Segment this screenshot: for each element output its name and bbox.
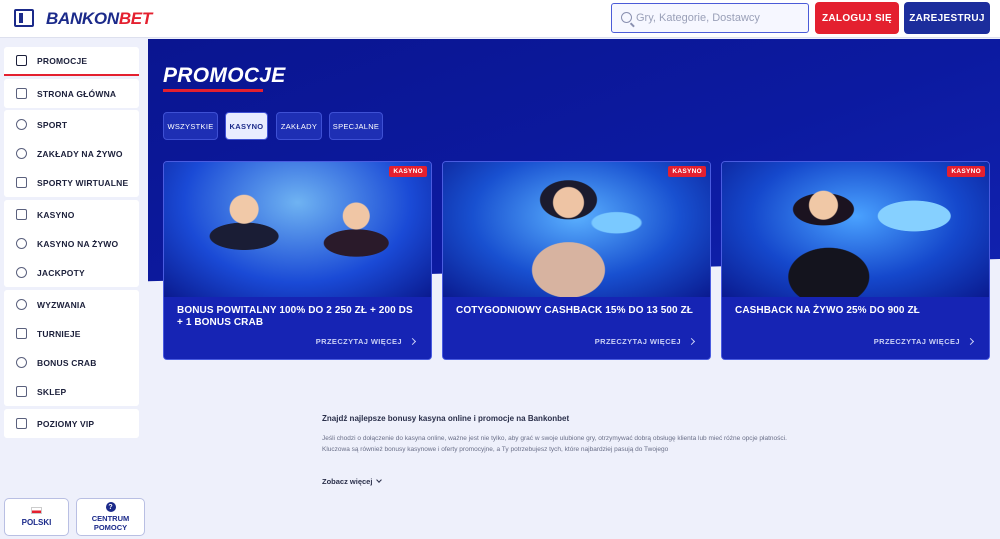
chevron-right-icon (966, 337, 975, 346)
read-more-link[interactable]: PRZECZYTAJ WIĘCEJ (594, 337, 696, 346)
help-center-button[interactable]: ? CENTRUM POMOCY (76, 498, 145, 536)
promo-card-title: CASHBACK NA ŻYWO 25% DO 900 ZŁ (735, 305, 920, 316)
virtual-sports-icon (16, 177, 27, 188)
seo-text: Jeśli chodzi o dołączenie do kasyna onli… (322, 435, 787, 453)
see-more-label: Zobacz więcej (322, 477, 373, 486)
seo-title: Znajdź najlepsze bonusy kasyna online i … (322, 414, 570, 423)
sidebar-item-label: BONUS CRAB (37, 357, 97, 368)
sidebar-item-label: STRONA GŁÓWNA (37, 88, 117, 99)
login-button[interactable]: ZALOGUJ SIĘ (815, 2, 899, 34)
sidebar-item-bonus-crab[interactable]: BONUS CRAB (4, 348, 139, 377)
promo-card-weekly-cashback[interactable]: KASYNO COTYGODNIOWY CASHBACK 15% DO 13 5… (442, 161, 711, 360)
promo-card-image (443, 162, 710, 297)
sidebar-item-sport[interactable]: SPORT (4, 110, 139, 139)
filter-tab-wszystkie[interactable]: WSZYSTKIE (163, 112, 218, 140)
register-button[interactable]: ZAREJESTRUJ (904, 2, 990, 34)
live-casino-icon (16, 238, 27, 249)
read-more-label: PRZECZYTAJ WIĘCEJ (873, 337, 960, 346)
search-input[interactable] (636, 9, 804, 27)
read-more-label: PRZECZYTAJ WIĘCEJ (594, 337, 681, 346)
sidebar-item-label: SKLEP (37, 386, 67, 397)
chevron-right-icon (687, 337, 696, 346)
cards-icon (16, 209, 27, 220)
medal-icon (16, 299, 27, 310)
sidebar-item-kasyno-na-zywo[interactable]: KASYNO NA ŻYWO (4, 229, 139, 258)
shop-bag-icon (16, 386, 27, 397)
read-more-link[interactable]: PRZECZYTAJ WIĘCEJ (873, 337, 975, 346)
sidebar-item-zaklady-na-zywo[interactable]: ZAKŁADY NA ŻYWO (4, 139, 139, 168)
sidebar-item-label: TURNIEJE (37, 328, 81, 339)
sidebar-item-label: SPORT (37, 119, 68, 130)
read-more-link[interactable]: PRZECZYTAJ WIĘCEJ (315, 337, 417, 346)
sidebar-group-home: STRONA GŁÓWNA (4, 79, 139, 108)
promo-card-live-cashback[interactable]: KASYNO CASHBACK NA ŻYWO 25% DO 900 ZŁ PR… (721, 161, 990, 360)
sidebar-item-label: KASYNO (37, 209, 75, 220)
home-icon (16, 88, 27, 99)
search-box[interactable] (611, 3, 809, 33)
filter-tab-kasyno[interactable]: KASYNO (225, 112, 268, 140)
category-badge: KASYNO (668, 166, 706, 177)
polish-flag-icon (31, 507, 42, 514)
language-label: POLSKI (21, 518, 52, 527)
sidebar-item-wyzwania[interactable]: WYZWANIA (4, 290, 139, 319)
sidebar-item-strona-glowna[interactable]: STRONA GŁÓWNA (4, 79, 139, 108)
promo-card-image (722, 162, 989, 297)
diamond-icon (16, 418, 27, 429)
sidebar-item-label: SPORTY WIRTUALNE (37, 177, 129, 188)
page-title: PROMOCJE (163, 64, 286, 87)
search-icon (621, 12, 632, 23)
jackpot-icon (16, 267, 27, 278)
sidebar-group-sport: SPORT ZAKŁADY NA ŻYWO SPORTY WIRTUALNE (4, 110, 139, 197)
sidebar-item-sklep[interactable]: SKLEP (4, 377, 139, 406)
sidebar-item-kasyno[interactable]: KASYNO (4, 200, 139, 229)
page-title-underline (163, 89, 263, 92)
promo-card-image (164, 162, 431, 297)
sidebar-item-jackpoty[interactable]: JACKPOTY (4, 258, 139, 287)
top-header: BANKONBET ZALOGUJ SIĘ ZAREJESTRUJ (0, 0, 1000, 38)
sidebar-item-label: JACKPOTY (37, 267, 85, 278)
category-badge: KASYNO (389, 166, 427, 177)
gift-icon (16, 55, 27, 66)
chevron-right-icon (408, 337, 417, 346)
logo-text-right: BET (118, 9, 152, 28)
sidebar-item-label: ZAKŁADY NA ŻYWO (37, 148, 123, 159)
live-signal-icon (16, 148, 27, 159)
sidebar-toggle-icon[interactable] (14, 9, 34, 27)
promo-card-welcome-bonus[interactable]: KASYNO BONUS POWITALNY 100% DO 2 250 ZŁ … (163, 161, 432, 360)
category-badge: KASYNO (947, 166, 985, 177)
soccer-ball-icon (16, 119, 27, 130)
help-label-line2: POMOCY (93, 523, 128, 532)
sidebar-group-extras: WYZWANIA TURNIEJE BONUS CRAB SKLEP (4, 290, 139, 406)
sidebar-item-label: POZIOMY VIP (37, 418, 95, 429)
sidebar-item-poziomy-vip[interactable]: POZIOMY VIP (4, 409, 139, 438)
crab-icon (16, 357, 27, 368)
sidebar-item-label: WYZWANIA (37, 299, 86, 310)
sidebar-item-label: KASYNO NA ŻYWO (37, 238, 119, 249)
sidebar-item-turnieje[interactable]: TURNIEJE (4, 319, 139, 348)
sidebar: PROMOCJE STRONA GŁÓWNA SPORT ZAKŁADY NA … (0, 39, 148, 539)
sidebar-item-label: PROMOCJE (37, 55, 88, 66)
filter-tab-specjalne[interactable]: SPECJALNE (329, 112, 383, 140)
sidebar-group-casino: KASYNO KASYNO NA ŻYWO JACKPOTY (4, 200, 139, 287)
promo-card-title: BONUS POWITALNY 100% DO 2 250 ZŁ + 200 D… (177, 305, 413, 328)
sidebar-group-vip: POZIOMY VIP (4, 409, 139, 438)
promo-card-title: COTYGODNIOWY CASHBACK 15% DO 13 500 ZŁ (456, 305, 693, 316)
read-more-label: PRZECZYTAJ WIĘCEJ (315, 337, 402, 346)
sidebar-group-promotions: PROMOCJE (4, 47, 139, 76)
seo-section: Znajdź najlepsze bonusy kasyna online i … (322, 414, 802, 465)
see-more-button[interactable]: Zobacz więcej (322, 477, 383, 486)
sidebar-item-promocje[interactable]: PROMOCJE (4, 47, 139, 76)
logo-text-left: BANKON (46, 9, 119, 28)
help-label-line1: CENTRUM (91, 514, 130, 523)
sidebar-item-sporty-wirtualne[interactable]: SPORTY WIRTUALNE (4, 168, 139, 197)
chevron-down-icon (376, 477, 383, 483)
help-icon: ? (105, 502, 116, 512)
filter-tab-zaklady[interactable]: ZAKŁADY (276, 112, 322, 140)
brand-logo[interactable]: BANKONBET (46, 9, 152, 29)
language-button[interactable]: POLSKI (4, 498, 69, 536)
trophy-icon (16, 328, 27, 339)
